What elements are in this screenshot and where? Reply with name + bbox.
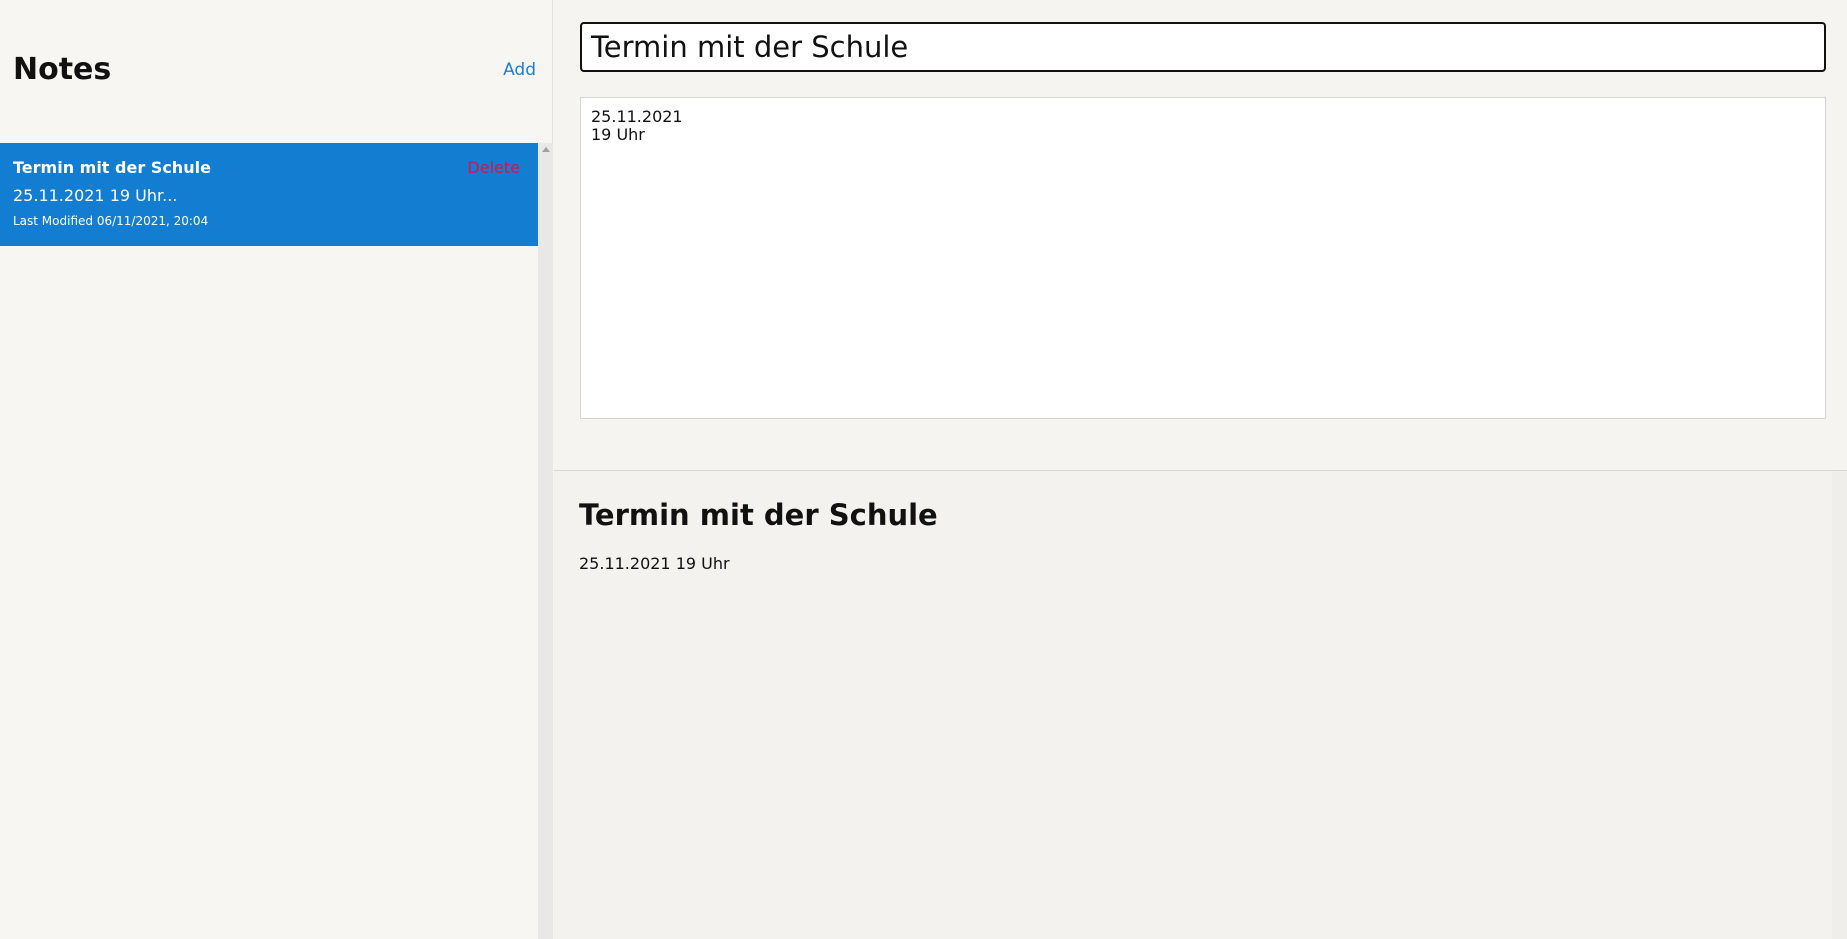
note-body-textarea[interactable]: 25.11.2021 19 Uhr	[580, 97, 1826, 419]
sidebar-header: Notes Add	[0, 0, 538, 143]
delete-note-button[interactable]: Delete	[467, 158, 520, 177]
main-panel: 25.11.2021 19 Uhr Termin mit der Schule …	[554, 0, 1847, 939]
preview-title: Termin mit der Schule	[579, 498, 938, 532]
note-preview: Termin mit der Schule 25.11.2021 19 Uhr	[554, 471, 1847, 939]
note-item-modified: Last Modified 06/11/2021, 20:04	[13, 214, 209, 228]
sidebar-title: Notes	[13, 52, 112, 87]
sidebar: Notes Add Termin mit der Schule Delete 2…	[0, 0, 553, 939]
note-editor: 25.11.2021 19 Uhr	[554, 0, 1847, 470]
note-title-input[interactable]	[580, 22, 1826, 72]
add-note-button[interactable]: Add	[503, 60, 536, 80]
note-item-title: Termin mit der Schule	[13, 158, 211, 177]
note-item-preview: 25.11.2021 19 Uhr...	[13, 186, 178, 205]
note-list: Termin mit der Schule Delete 25.11.2021 …	[0, 143, 538, 246]
preview-body: 25.11.2021 19 Uhr	[579, 554, 730, 573]
sidebar-scrollbar[interactable]	[538, 143, 553, 939]
scroll-up-arrow-icon[interactable]	[542, 147, 550, 152]
note-list-item[interactable]: Termin mit der Schule Delete 25.11.2021 …	[0, 143, 538, 246]
notes-app: Notes Add Termin mit der Schule Delete 2…	[0, 0, 1847, 939]
preview-scrollbar[interactable]	[1832, 471, 1847, 939]
